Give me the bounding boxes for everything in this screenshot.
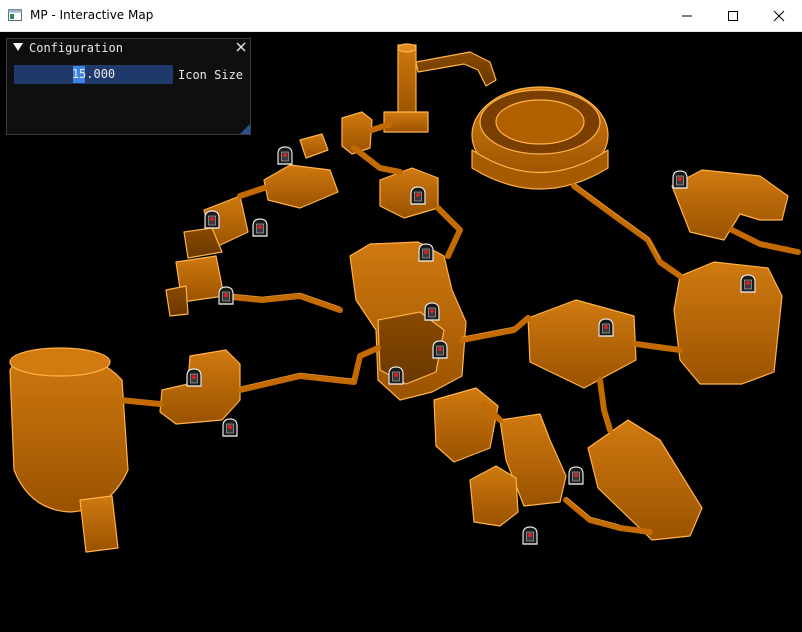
robot-marker-icon[interactable] bbox=[388, 366, 404, 385]
map-corridor bbox=[237, 185, 267, 199]
robot-marker-icon[interactable] bbox=[424, 302, 440, 321]
map-room bbox=[495, 99, 585, 145]
robot-marker-icon[interactable] bbox=[740, 274, 756, 293]
map-corridor bbox=[117, 397, 163, 407]
map-corridor bbox=[729, 227, 801, 255]
map-room bbox=[527, 299, 637, 389]
map-corridor bbox=[597, 377, 613, 433]
map-room bbox=[159, 349, 241, 425]
maximize-button[interactable] bbox=[710, 0, 756, 31]
map-corridor bbox=[571, 183, 683, 279]
map-corridor bbox=[351, 145, 403, 175]
robot-marker-icon[interactable] bbox=[277, 146, 293, 165]
configuration-panel-header[interactable]: Configuration bbox=[7, 39, 250, 57]
robot-marker-icon[interactable] bbox=[222, 418, 238, 437]
title-bar[interactable]: MP - Interactive Map bbox=[0, 0, 802, 32]
window-title: MP - Interactive Map bbox=[30, 8, 154, 22]
app-icon bbox=[8, 9, 22, 21]
robot-marker-icon[interactable] bbox=[418, 243, 434, 262]
configuration-panel[interactable]: Configuration 15.000 Icon Size bbox=[6, 38, 251, 135]
map-corridor bbox=[219, 293, 343, 313]
minimize-button[interactable] bbox=[664, 0, 710, 31]
minimize-icon bbox=[682, 15, 692, 16]
close-icon bbox=[773, 10, 785, 21]
map-room bbox=[415, 51, 497, 87]
map-room bbox=[9, 347, 111, 377]
icon-size-value: 15.000 bbox=[71, 67, 116, 81]
map-room bbox=[263, 164, 339, 209]
robot-marker-icon[interactable] bbox=[252, 218, 268, 237]
robot-marker-icon[interactable] bbox=[598, 318, 614, 337]
map-room bbox=[79, 495, 119, 553]
robot-marker-icon[interactable] bbox=[186, 368, 202, 387]
map-corridor bbox=[459, 315, 531, 343]
robot-marker-icon[interactable] bbox=[568, 466, 584, 485]
icon-size-label: Icon Size bbox=[178, 68, 244, 82]
robot-marker-icon[interactable] bbox=[410, 186, 426, 205]
collapse-arrow-icon[interactable] bbox=[13, 42, 23, 52]
map-room bbox=[397, 44, 417, 116]
map-corridor bbox=[237, 345, 381, 393]
map-room bbox=[673, 261, 783, 385]
robot-marker-icon[interactable] bbox=[672, 170, 688, 189]
robot-marker-icon[interactable] bbox=[522, 526, 538, 545]
map-room bbox=[379, 167, 439, 219]
configuration-panel-title: Configuration bbox=[29, 41, 123, 55]
map-room bbox=[397, 43, 417, 53]
robot-marker-icon[interactable] bbox=[218, 286, 234, 305]
maximize-icon bbox=[728, 10, 738, 21]
icon-size-slider[interactable]: 15.000 bbox=[14, 65, 173, 84]
map-corridor bbox=[633, 341, 683, 353]
close-icon[interactable] bbox=[235, 41, 247, 53]
map-room bbox=[469, 465, 519, 527]
map-room bbox=[299, 133, 329, 159]
robot-marker-icon[interactable] bbox=[432, 340, 448, 359]
map-room bbox=[433, 387, 499, 463]
map-corridor bbox=[435, 205, 463, 259]
close-button[interactable] bbox=[756, 0, 802, 31]
resize-grip-icon[interactable] bbox=[240, 124, 250, 134]
robot-marker-icon[interactable] bbox=[204, 210, 220, 229]
map-room bbox=[165, 285, 189, 317]
